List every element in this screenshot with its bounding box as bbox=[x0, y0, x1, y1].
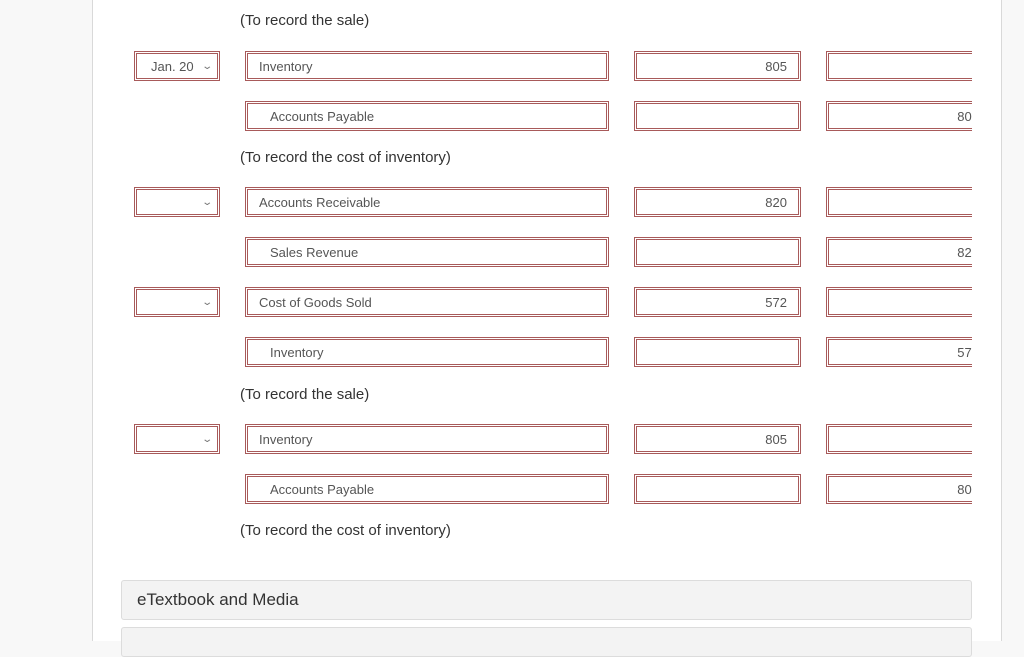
chevron-down-icon: ⌄ bbox=[200, 296, 213, 308]
credit-input[interactable] bbox=[826, 51, 972, 81]
account-input[interactable]: Accounts Receivable bbox=[245, 187, 609, 217]
account-input[interactable]: Cost of Goods Sold bbox=[245, 287, 609, 317]
date-select[interactable]: Jan. 20 ⌄ bbox=[134, 51, 220, 81]
entry-note: (To record the sale) bbox=[240, 386, 370, 403]
entry-note: (To record the cost of inventory) bbox=[240, 522, 451, 539]
account-input[interactable]: Inventory bbox=[245, 51, 609, 81]
credit-input[interactable]: 572 bbox=[826, 337, 972, 367]
question-panel bbox=[92, 0, 1002, 641]
chevron-down-icon: ⌄ bbox=[200, 433, 213, 445]
debit-input[interactable]: 572 bbox=[634, 287, 801, 317]
debit-input[interactable] bbox=[634, 237, 801, 267]
debit-input[interactable]: 805 bbox=[634, 424, 801, 454]
date-select[interactable]: ⌄ bbox=[134, 424, 220, 454]
credit-input[interactable] bbox=[826, 187, 972, 217]
account-input[interactable]: Sales Revenue bbox=[245, 237, 609, 267]
debit-input[interactable] bbox=[634, 337, 801, 367]
date-select-value: Jan. 20 bbox=[151, 58, 194, 74]
credit-input[interactable] bbox=[826, 287, 972, 317]
date-select[interactable]: ⌄ bbox=[134, 287, 220, 317]
chevron-down-icon: ⌄ bbox=[200, 60, 213, 72]
accordion-label: eTextbook and Media bbox=[137, 590, 299, 609]
debit-input[interactable] bbox=[634, 101, 801, 131]
credit-input[interactable]: 805 bbox=[826, 474, 972, 504]
debit-input[interactable]: 820 bbox=[634, 187, 801, 217]
etextbook-media-accordion[interactable]: eTextbook and Media bbox=[121, 580, 972, 620]
account-input[interactable]: Accounts Payable bbox=[245, 474, 609, 504]
account-input[interactable]: Inventory bbox=[245, 424, 609, 454]
entry-note: (To record the sale) bbox=[240, 12, 370, 29]
account-input[interactable]: Accounts Payable bbox=[245, 101, 609, 131]
credit-input[interactable]: 805 bbox=[826, 101, 972, 131]
date-select[interactable]: ⌄ bbox=[134, 187, 220, 217]
chevron-down-icon: ⌄ bbox=[200, 196, 213, 208]
accordion-panel[interactable] bbox=[121, 627, 972, 657]
credit-input[interactable] bbox=[826, 424, 972, 454]
entry-note: (To record the cost of inventory) bbox=[240, 149, 451, 166]
debit-input[interactable]: 805 bbox=[634, 51, 801, 81]
debit-input[interactable] bbox=[634, 474, 801, 504]
account-input[interactable]: Inventory bbox=[245, 337, 609, 367]
credit-input[interactable]: 820 bbox=[826, 237, 972, 267]
